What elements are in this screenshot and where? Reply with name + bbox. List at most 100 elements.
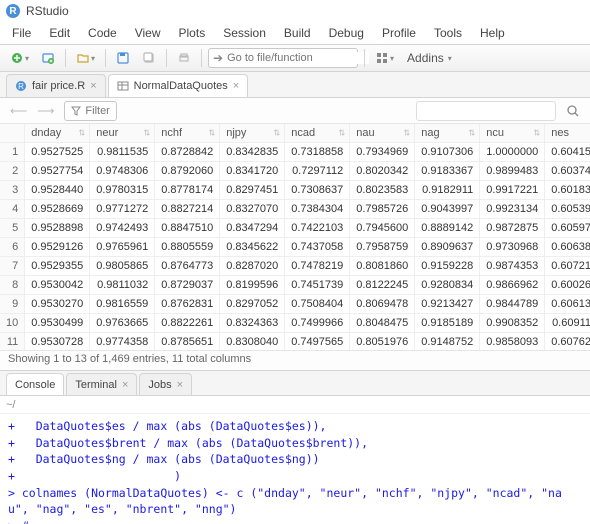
menu-bar: FileEditCodeViewPlotsSessionBuildDebugPr… [0, 22, 590, 44]
table-row[interactable]: 20.95277540.97483060.87920600.83417200.7… [0, 162, 590, 181]
tab-label: Terminal [75, 379, 117, 391]
table-cell: 0.7508404 [285, 295, 350, 314]
table-cell: 0.7497565 [285, 333, 350, 351]
table-row[interactable]: 110.95307280.97743580.87856510.83080400.… [0, 333, 590, 351]
row-number: 5 [0, 219, 25, 238]
menu-debug[interactable]: Debug [321, 24, 372, 42]
table-row[interactable]: 100.95304990.97636650.88222610.83243630.… [0, 314, 590, 333]
table-cell: 0.6059739 [545, 219, 590, 238]
menu-build[interactable]: Build [276, 24, 319, 42]
console-output[interactable]: + DataQuotes$es / max (abs (DataQuotes$e… [0, 414, 590, 524]
save-button[interactable] [112, 48, 134, 68]
row-number: 10 [0, 314, 25, 333]
table-cell: 0.7308637 [285, 181, 350, 200]
close-icon[interactable]: × [233, 80, 239, 92]
table-row[interactable]: 50.95288980.97424930.88475100.83472940.7… [0, 219, 590, 238]
panel-tab-jobs[interactable]: Jobs× [139, 373, 192, 395]
menu-help[interactable]: Help [472, 24, 513, 42]
table-cell: 0.9763665 [90, 314, 155, 333]
column-header[interactable]: neur⇅ [90, 124, 155, 143]
table-cell: 0.9917221 [480, 181, 545, 200]
table-row[interactable]: 80.95300420.98110320.87290370.81995960.7… [0, 276, 590, 295]
data-frame-icon [117, 80, 129, 92]
table-row[interactable]: 60.95291260.97659610.88055590.83456220.7… [0, 238, 590, 257]
nav-forward-button[interactable]: ⟶ [33, 101, 58, 121]
source-tab[interactable]: Rfair price.R × [6, 74, 106, 97]
goto-file-function[interactable]: ➔ [208, 48, 358, 68]
table-cell: 0.9213427 [415, 295, 480, 314]
goto-input[interactable] [227, 52, 369, 64]
data-table: dnday⇅neur⇅nchf⇅njpy⇅ncad⇅nau⇅nag⇅ncu⇅ne… [0, 124, 590, 350]
table-cell: 0.9530499 [25, 314, 90, 333]
panel-tab-terminal[interactable]: Terminal × [66, 373, 137, 395]
table-cell: 0.8069478 [350, 295, 415, 314]
table-cell: 0.9530042 [25, 276, 90, 295]
table-cell: 0.6018387 [545, 181, 590, 200]
grid-button[interactable]: ▾ [371, 48, 398, 68]
menu-profile[interactable]: Profile [374, 24, 424, 42]
table-cell: 0.8728842 [155, 143, 220, 162]
table-cell: 0.8297451 [220, 181, 285, 200]
menu-tools[interactable]: Tools [426, 24, 470, 42]
open-file-button[interactable]: ▾ [72, 48, 99, 68]
column-header[interactable]: dnday⇅ [25, 124, 90, 143]
table-cell: 0.9529126 [25, 238, 90, 257]
console-line: + DataQuotes$brent / max (abs (DataQuote… [8, 435, 582, 452]
new-project-button[interactable] [37, 48, 59, 68]
menu-file[interactable]: File [4, 24, 39, 42]
nav-back-button[interactable]: ⟵ [6, 101, 31, 121]
tab-label: fair price.R [32, 80, 85, 92]
addins-menu[interactable]: Addins ▾ [402, 48, 457, 68]
table-cell: 0.8020342 [350, 162, 415, 181]
table-cell: 0.8347294 [220, 219, 285, 238]
table-row[interactable]: 10.95275250.98115350.87288420.83428350.7… [0, 143, 590, 162]
row-number: 4 [0, 200, 25, 219]
filter-button[interactable]: Filter [64, 101, 116, 121]
svg-text:R: R [18, 82, 24, 91]
console-path-bar: ~/ [0, 396, 590, 414]
column-header[interactable]: njpy⇅ [220, 124, 285, 143]
close-icon[interactable]: × [90, 80, 96, 92]
column-header[interactable]: nes⇅ [545, 124, 590, 143]
menu-view[interactable]: View [127, 24, 169, 42]
table-cell: 0.8122245 [350, 276, 415, 295]
toolbar-separator [364, 49, 365, 67]
menu-code[interactable]: Code [80, 24, 125, 42]
menu-plots[interactable]: Plots [171, 24, 214, 42]
column-header[interactable]: nau⇅ [350, 124, 415, 143]
close-icon[interactable]: × [177, 379, 183, 391]
table-cell: 0.9816559 [90, 295, 155, 314]
source-tab[interactable]: NormalDataQuotes× [108, 74, 249, 97]
table-cell: 0.9748306 [90, 162, 155, 181]
row-number: 11 [0, 333, 25, 351]
table-cell: 0.8327070 [220, 200, 285, 219]
menu-edit[interactable]: Edit [41, 24, 78, 42]
table-row[interactable]: 90.95302700.98165590.87628310.82970520.7… [0, 295, 590, 314]
table-cell: 0.9182911 [415, 181, 480, 200]
table-row[interactable]: 30.95284400.97803150.87781740.82974510.7… [0, 181, 590, 200]
column-header[interactable]: nag⇅ [415, 124, 480, 143]
row-number: 8 [0, 276, 25, 295]
table-cell: 0.7958759 [350, 238, 415, 257]
new-file-button[interactable]: ▾ [6, 48, 33, 68]
close-icon[interactable]: × [122, 379, 128, 391]
search-icon[interactable] [562, 101, 584, 121]
table-row[interactable]: 70.95293550.98058650.87647730.82870200.7… [0, 257, 590, 276]
save-all-button[interactable] [138, 48, 160, 68]
menu-session[interactable]: Session [215, 24, 274, 42]
table-cell: 0.8345622 [220, 238, 285, 257]
filter-label: Filter [85, 105, 109, 117]
table-cell: 0.6061393 [545, 295, 590, 314]
column-header[interactable]: nchf⇅ [155, 124, 220, 143]
search-input[interactable] [416, 101, 556, 121]
console-tabs: ConsoleTerminal×Jobs× [0, 370, 590, 396]
print-button[interactable] [173, 48, 195, 68]
r-file-icon: R [15, 80, 27, 92]
column-header[interactable]: ncu⇅ [480, 124, 545, 143]
table-cell: 0.8827214 [155, 200, 220, 219]
panel-tab-console[interactable]: Console [6, 373, 64, 395]
console-line: > colnames (NormalDataQuotes) <- c ("dnd… [8, 485, 582, 518]
table-cell: 0.8778174 [155, 181, 220, 200]
table-row[interactable]: 40.95286690.97712720.88272140.83270700.7… [0, 200, 590, 219]
column-header[interactable]: ncad⇅ [285, 124, 350, 143]
